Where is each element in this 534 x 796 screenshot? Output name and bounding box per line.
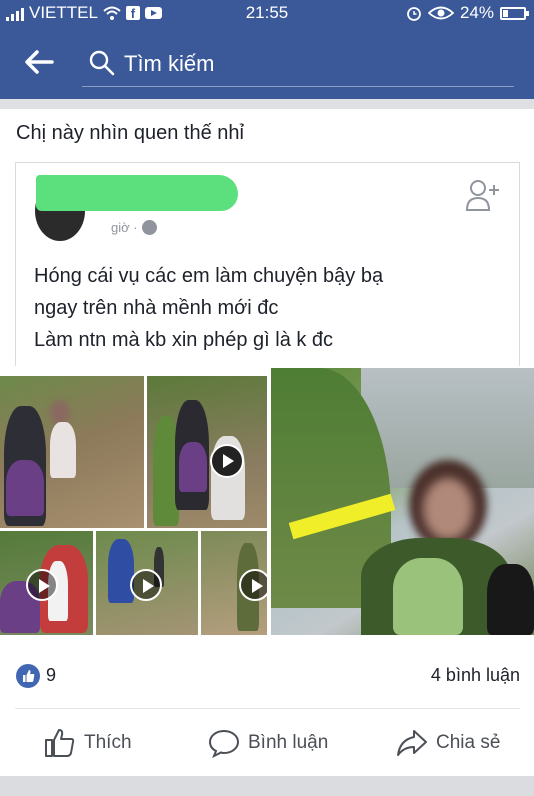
share-arrow-icon <box>397 730 427 756</box>
search-icon <box>89 50 115 76</box>
battery-icon <box>500 6 529 20</box>
thumbs-up-icon <box>45 729 75 757</box>
comment-bubble-icon <box>208 729 240 758</box>
status-bar: VIETTEL f 21:55 24% <box>0 0 534 27</box>
like-count[interactable]: 9 <box>46 665 56 686</box>
like-button[interactable]: Thích <box>44 728 132 758</box>
video-thumbnail[interactable] <box>147 376 267 528</box>
alarm-icon <box>407 7 421 21</box>
post-actions: Thích Bình luận Chia sẻ <box>0 712 534 772</box>
comment-count[interactable]: 4 bình luận <box>431 665 520 686</box>
video-thumbnail[interactable] <box>96 531 198 635</box>
reactions-bar: 9 4 bình luận <box>0 650 534 704</box>
bottom-divider <box>0 776 534 796</box>
post-text-line: Hóng cái vụ các em làm chuyện bậy bạ <box>34 265 384 287</box>
globe-icon <box>141 220 157 235</box>
shared-post-card[interactable]: giờ · Hóng cái vụ các em làm chuyện bậy … <box>15 162 520 366</box>
divider <box>15 708 520 709</box>
like-reaction-icon[interactable] <box>16 664 40 688</box>
play-icon[interactable] <box>210 444 244 478</box>
search-input[interactable]: Tìm kiếm <box>82 43 514 87</box>
play-icon[interactable] <box>130 569 162 601</box>
share-button[interactable]: Chia sẻ <box>396 728 500 758</box>
video-thumbnail[interactable] <box>201 531 267 635</box>
comment-button[interactable]: Bình luận <box>208 728 328 758</box>
add-friend-icon[interactable] <box>464 177 504 217</box>
video-thumbnail[interactable] <box>0 376 144 528</box>
post-caption: Chị này nhìn quen thế nhỉ <box>16 122 244 144</box>
battery-percent: 24% <box>459 3 494 22</box>
post-text-line: Làm ntn mà kb xin phép gì là k đc <box>34 329 334 351</box>
video-thumbnail-large[interactable] <box>271 368 534 635</box>
video-thumbnail[interactable] <box>0 531 93 635</box>
post-timestamp: giờ · <box>111 220 157 235</box>
shared-post-text: Hóng cái vụ các em làm chuyện bậy bạ nga… <box>34 260 504 356</box>
play-icon[interactable] <box>239 569 267 601</box>
eye-icon <box>427 6 454 20</box>
status-right: 24% <box>406 3 529 23</box>
like-label: Thích <box>84 732 132 753</box>
media-grid <box>0 368 534 635</box>
comment-label: Bình luận <box>248 732 329 753</box>
back-arrow-icon[interactable] <box>24 49 54 75</box>
top-navigation-bar: Tìm kiếm <box>0 27 534 99</box>
share-label: Chia sẻ <box>436 732 501 753</box>
author-name-redaction <box>36 175 238 211</box>
post-text-line: ngay trên nhà mềnh mới đc <box>34 297 279 319</box>
section-divider <box>0 99 534 109</box>
search-placeholder: Tìm kiếm <box>124 51 215 76</box>
post-time-label: giờ · <box>111 220 138 235</box>
play-icon[interactable] <box>26 569 58 601</box>
